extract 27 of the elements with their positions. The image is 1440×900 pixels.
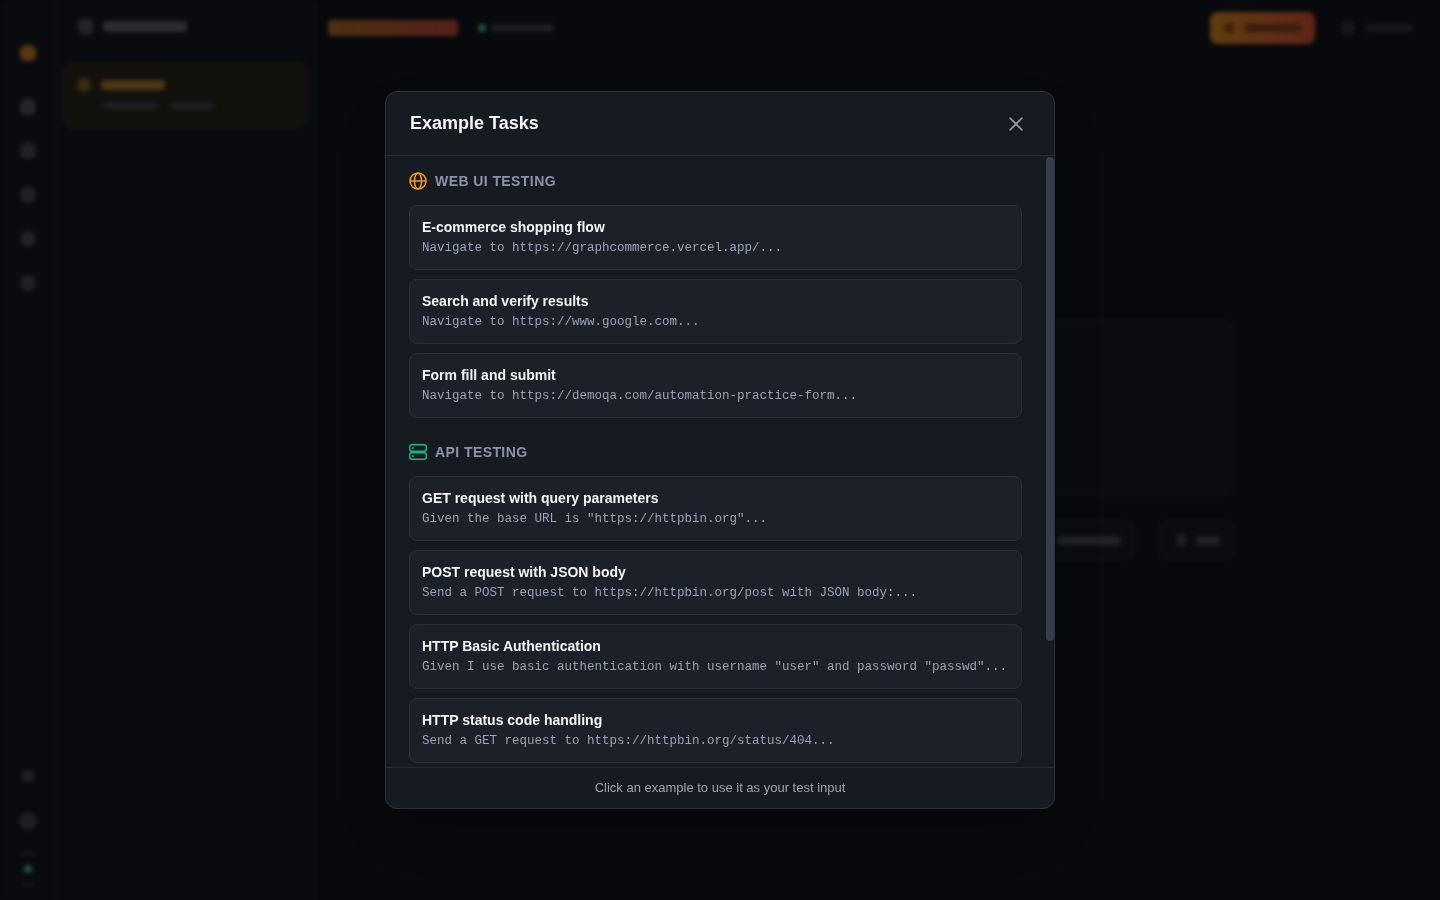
example-title: Search and verify results <box>422 292 590 311</box>
section-heading: API TESTING <box>435 443 528 462</box>
example-description: Send a POST request to https://httpbin.org/post with JSON body:... <box>422 585 919 601</box>
scrollbar-thumb[interactable] <box>1046 157 1054 641</box>
dialog-hint: Click an example to use it as your test input <box>594 779 846 798</box>
example-card[interactable]: HTTP status code handling Send a GET request to https://httpbin.org/status/404... <box>409 698 1022 763</box>
example-card[interactable]: E-commerce shopping flow Navigate to https://graphcommerce.vercel.app/... <box>409 205 1022 270</box>
example-card[interactable]: Search and verify results Navigate to https://www.google.com... <box>409 279 1022 344</box>
example-description: Given I use basic authentication with username "user" and password "passwd"... <box>422 659 1009 675</box>
example-title: E-commerce shopping flow <box>422 218 606 237</box>
example-description: Send a GET request to https://httpbin.org/status/404... <box>422 733 836 749</box>
example-card[interactable]: POST request with JSON body Send a POST request to https://httpbin.org/post with JSON body:... <box>409 550 1022 615</box>
example-card[interactable]: HTTP Basic Authentication Given I use basic authentication with username "user" and password "passwd"... <box>409 624 1022 689</box>
close-icon <box>1009 116 1023 131</box>
example-title: Form fill and submit <box>422 366 557 385</box>
example-description: Given the base URL is "https://httpbin.org"... <box>422 511 769 527</box>
example-title: POST request with JSON body <box>422 563 627 582</box>
dialog-title: Example Tasks <box>410 112 539 135</box>
example-description: Navigate to https://demoqa.com/automation-practice-form... <box>422 388 859 404</box>
example-card[interactable]: Form fill and submit Navigate to https://demoqa.com/automation-practice-form... <box>409 353 1022 418</box>
example-card[interactable]: GET request with query parameters Given the base URL is "https://httpbin.org"... <box>409 476 1022 541</box>
section-heading: WEB UI TESTING <box>435 172 556 191</box>
example-title: GET request with query parameters <box>422 489 660 508</box>
example-description: Navigate to https://www.google.com... <box>422 314 701 330</box>
example-description: Navigate to https://graphcommerce.vercel.app/... <box>422 240 784 256</box>
example-title: HTTP Basic Authentication <box>422 637 602 656</box>
example-title: HTTP status code handling <box>422 711 604 730</box>
